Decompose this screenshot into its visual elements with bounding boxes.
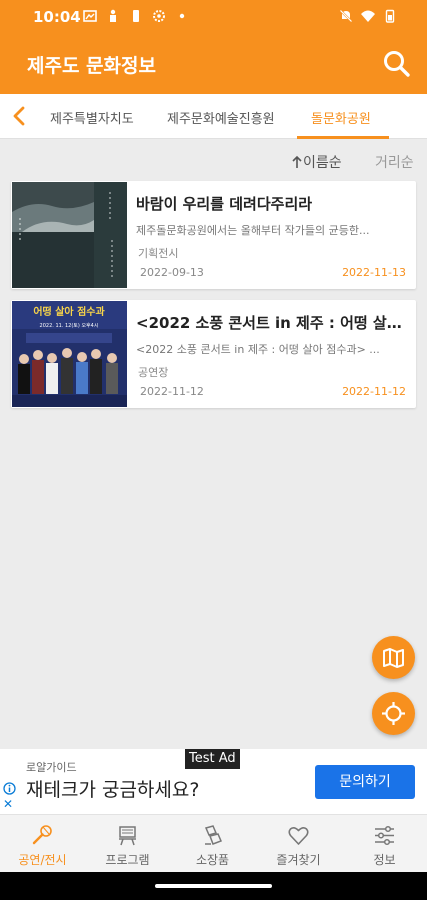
heart-icon <box>288 827 309 845</box>
nav-program[interactable]: 프로그램 <box>85 815 170 873</box>
nav-label: 즐겨찾기 <box>276 853 321 867</box>
ad-banner[interactable]: Test Ad 로얄가이드 재테크가 궁금하세요? ✕ 문의하기 <box>0 749 427 814</box>
nav-collection[interactable]: 소장품 <box>170 815 255 873</box>
test-ad-badge: Test Ad <box>185 749 240 769</box>
tab-jeju-arts-foundation[interactable]: 제주문화예술진흥원 <box>167 108 275 127</box>
gallery-icon <box>83 10 97 22</box>
arrow-up-icon <box>292 155 302 168</box>
status-time: 10:04 <box>33 8 81 26</box>
map-view-button[interactable] <box>372 636 415 679</box>
event-category: 기획전시 <box>138 247 179 260</box>
status-bar: 10:04 <box>0 0 427 34</box>
event-start-date: 2022-09-13 <box>140 266 204 279</box>
crosshair-icon <box>382 702 405 725</box>
event-category: 공연장 <box>138 366 169 379</box>
event-description: <2022 소풍 콘서트 in 제주 : 어떵 살아 점수과> ... <box>136 343 380 356</box>
battery-icon <box>133 10 139 22</box>
chevron-left-icon[interactable] <box>8 104 32 128</box>
tab-stone-park[interactable]: 돌문화공원 <box>311 108 371 127</box>
home-gesture-handle[interactable] <box>155 884 272 888</box>
nav-info[interactable]: 정보 <box>342 815 427 873</box>
ad-close-icon[interactable]: ✕ <box>3 797 13 811</box>
wifi-icon <box>361 10 375 22</box>
nav-label: 프로그램 <box>105 853 150 867</box>
event-title: <2022 소풍 콘서트 in 제주 : 어떵 살아... <box>136 314 408 332</box>
person-icon <box>110 9 116 22</box>
event-thumbnail <box>12 182 127 288</box>
mute-icon <box>339 9 353 23</box>
sort-by-name-button[interactable]: 이름순 <box>291 152 342 172</box>
my-location-button[interactable] <box>372 692 415 735</box>
active-tab-indicator <box>297 136 389 139</box>
event-description: 제주돌문화공원에서는 올해부터 작가들의 균등한... <box>136 224 370 237</box>
bottom-nav: 공연/전시 프로그램 소장품 즐겨찾기 정보 <box>0 814 427 872</box>
tab-bar: 제주특별자치도 제주문화예술진흥원 돌문화공원 <box>0 94 427 139</box>
info-sliders-icon <box>375 825 394 846</box>
ad-cta-button[interactable]: 문의하기 <box>315 765 415 799</box>
ad-advertiser: 로얄가이드 <box>26 761 77 774</box>
microphone-icon <box>32 825 52 845</box>
dot-icon <box>179 13 185 19</box>
event-end-date: 2022-11-13 <box>342 266 406 279</box>
app-bar: 제주도 문화정보 <box>0 34 427 94</box>
list-item[interactable]: 바람이 우리를 데려다주리라 제주돌문화공원에서는 올해부터 작가들의 균등한.… <box>11 181 416 289</box>
map-icon <box>383 648 404 668</box>
sort-row: 이름순 거리순 <box>0 147 427 175</box>
sort-by-name-label: 이름순 <box>303 155 342 171</box>
ad-info-icon[interactable] <box>3 782 16 795</box>
nav-label: 공연/전시 <box>18 853 67 867</box>
gesture-nav-area <box>0 872 427 900</box>
tab-jeju-province[interactable]: 제주특별자치도 <box>50 108 134 127</box>
nav-label: 소장품 <box>195 853 230 867</box>
status-left-icons <box>83 9 189 23</box>
event-start-date: 2022-11-12 <box>140 385 204 398</box>
event-end-date: 2022-11-12 <box>342 385 406 398</box>
event-title: 바람이 우리를 데려다주리라 <box>136 195 313 213</box>
ad-headline: 재테크가 궁금하세요? <box>26 779 200 801</box>
event-thumbnail: 어떵 살아 점수과 2022. 11. 12(토) 오후4시 <box>12 301 127 407</box>
poster-date-text: 2022. 11. 12(토) 오후4시 <box>40 323 99 329</box>
collection-icon <box>204 825 222 845</box>
search-icon[interactable] <box>381 48 413 80</box>
nav-label: 정보 <box>373 853 396 867</box>
battery-icon <box>385 9 395 23</box>
sort-by-distance-button[interactable]: 거리순 <box>375 152 414 172</box>
nav-performance-exhibition[interactable]: 공연/전시 <box>0 815 85 873</box>
list-item[interactable]: 어떵 살아 점수과 2022. 11. 12(토) 오후4시 <2022 소풍 … <box>11 300 416 408</box>
status-right-icons <box>339 9 397 23</box>
nav-favorites[interactable]: 즐겨찾기 <box>256 815 341 873</box>
page-title: 제주도 문화정보 <box>27 55 156 77</box>
settings-icon <box>153 10 165 22</box>
poster-title-text: 어떵 살아 점수과 <box>33 305 105 318</box>
program-icon <box>119 826 136 846</box>
